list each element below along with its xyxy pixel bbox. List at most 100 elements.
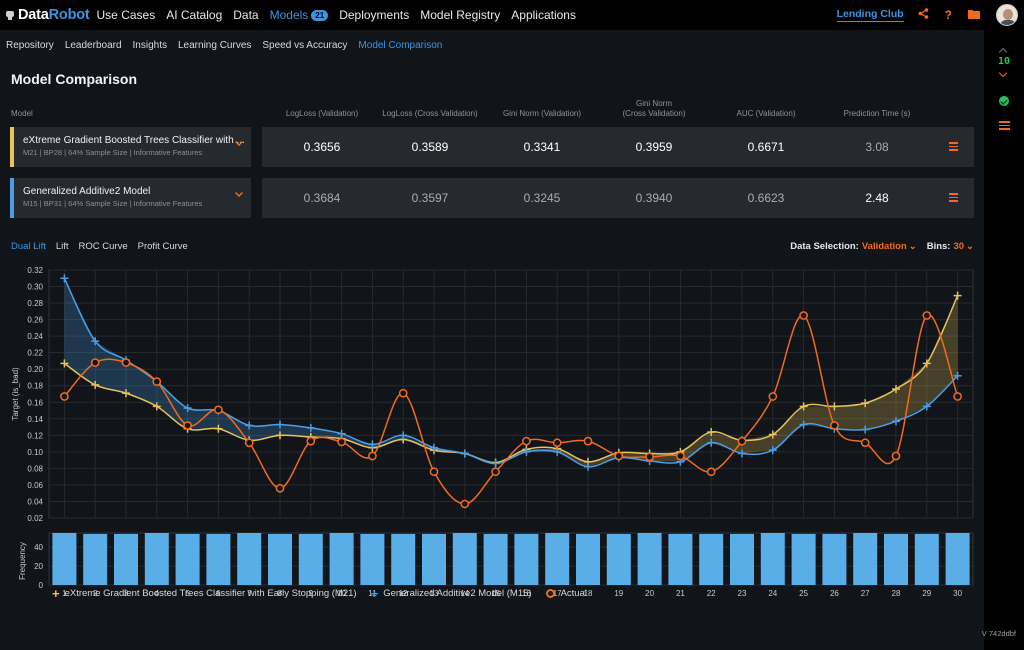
point-actual — [460, 499, 470, 509]
x-tick-label: 20 — [645, 589, 654, 598]
histogram-bar — [945, 533, 970, 585]
histogram-bar — [237, 533, 262, 585]
x-tick-label: 25 — [799, 589, 808, 598]
y-tick-label: 0.24 — [27, 332, 43, 341]
legend-label: eXtreme Gradient Boosted Trees Classifie… — [64, 588, 357, 599]
histogram-bar — [606, 533, 631, 585]
histogram-bar — [483, 533, 508, 585]
x-tick-label: 22 — [707, 589, 716, 598]
histogram-bar — [576, 533, 600, 585]
histogram-bar — [822, 533, 847, 585]
point-actual — [706, 467, 716, 477]
x-tick-label: 19 — [614, 589, 623, 598]
point-actual — [121, 358, 131, 367]
y-tick-label: 0.08 — [27, 464, 43, 473]
x-tick-label: 24 — [768, 589, 777, 598]
histogram-bar — [391, 533, 416, 585]
difference-fill-segment — [834, 403, 866, 430]
histogram-y-tick-label: 40 — [34, 543, 43, 552]
series-markers — [60, 274, 962, 509]
histogram-y-tick-label: 0 — [39, 581, 44, 590]
legend-item-xgb[interactable]: + eXtreme Gradient Boosted Trees Classif… — [52, 586, 357, 601]
chevron-down-icon[interactable] — [998, 68, 1008, 78]
point-actual — [768, 392, 778, 401]
difference-fill-segment — [95, 341, 126, 394]
difference-fill-segment — [896, 363, 927, 422]
series-line-gam — [63, 277, 959, 468]
point-actual — [860, 438, 870, 448]
point-actual — [737, 436, 747, 446]
histogram-bar — [699, 533, 724, 585]
histogram-bar — [637, 533, 662, 585]
point-actual — [922, 311, 932, 320]
legend-label: Actual — [560, 588, 587, 599]
legend-label: Generalized Additive2 Model (M15) — [383, 588, 532, 599]
histogram-bar — [206, 533, 231, 585]
chart-grid — [48, 269, 974, 519]
point-actual — [491, 467, 500, 477]
point-gam — [491, 459, 500, 468]
difference-fill-segment — [557, 448, 588, 467]
point-actual — [90, 358, 100, 367]
legend-item-gam[interactable]: + Generalized Additive2 Model (M15) — [371, 586, 532, 601]
difference-fill-segment — [926, 295, 958, 407]
histogram-y-tick-label: 20 — [34, 562, 43, 571]
histogram-bar — [514, 533, 539, 585]
point-actual — [306, 436, 316, 446]
point-actual — [275, 483, 285, 493]
series-lines — [63, 277, 959, 505]
point-actual — [583, 436, 593, 446]
histogram-bar — [360, 533, 385, 585]
histogram-bar — [668, 533, 693, 585]
y-tick-label: 0.26 — [27, 316, 43, 325]
histogram-bar — [791, 533, 816, 585]
x-tick-label: 29 — [922, 589, 931, 598]
histogram-bar — [268, 533, 292, 585]
y-tick-label: 0.12 — [27, 431, 43, 440]
point-actual — [398, 388, 408, 398]
point-actual — [60, 392, 69, 401]
histogram-bar — [452, 533, 477, 585]
point-gam — [460, 449, 469, 458]
point-actual — [337, 437, 346, 447]
histogram-bar — [298, 533, 323, 585]
plus-marker-icon: + — [52, 586, 60, 601]
y-axis-ticks: 0.02 0.04 0.06 0.08 0.10 0.12 0.14 0.16 0.18 0.20… — [27, 266, 43, 523]
chevron-up-icon[interactable] — [998, 47, 1008, 57]
y-tick-label: 0.02 — [27, 514, 43, 523]
histogram-bar — [144, 533, 169, 585]
difference-fill-area — [64, 278, 958, 467]
point-actual — [953, 392, 962, 401]
y-tick-label: 0.30 — [27, 283, 43, 292]
difference-fill-segment — [372, 435, 404, 448]
y-tick-label: 0.18 — [27, 382, 43, 391]
point-actual — [152, 377, 162, 386]
point-actual — [522, 436, 531, 446]
difference-fill-segment — [772, 406, 804, 451]
list-icon[interactable] — [999, 121, 1010, 132]
y-tick-label: 0.32 — [27, 266, 43, 275]
point-actual — [183, 421, 192, 430]
histogram-bar — [914, 533, 939, 585]
y-tick-label: 0.28 — [27, 299, 43, 308]
point-actual — [830, 421, 839, 430]
histogram-bar — [114, 533, 138, 585]
histogram-bar — [545, 533, 570, 585]
frequency-axis-label: Frequency — [18, 542, 27, 580]
histogram-bar — [853, 533, 878, 585]
x-tick-label: 23 — [738, 589, 747, 598]
legend-item-actual[interactable]: Actual — [545, 588, 587, 599]
x-tick-label: 21 — [676, 589, 685, 598]
point-actual — [244, 438, 254, 448]
y-tick-label: 0.06 — [27, 481, 43, 490]
histogram-bar — [52, 533, 77, 585]
x-tick-label: 30 — [953, 589, 962, 598]
x-tick-label: 26 — [830, 589, 839, 598]
histogram-bar — [175, 533, 200, 585]
y-tick-label: 0.16 — [27, 398, 43, 407]
user-avatar[interactable] — [996, 4, 1018, 26]
histogram-bar — [884, 533, 908, 585]
circle-marker-icon — [545, 589, 555, 598]
point-gam — [60, 274, 69, 283]
check-circle-icon[interactable] — [999, 96, 1009, 106]
